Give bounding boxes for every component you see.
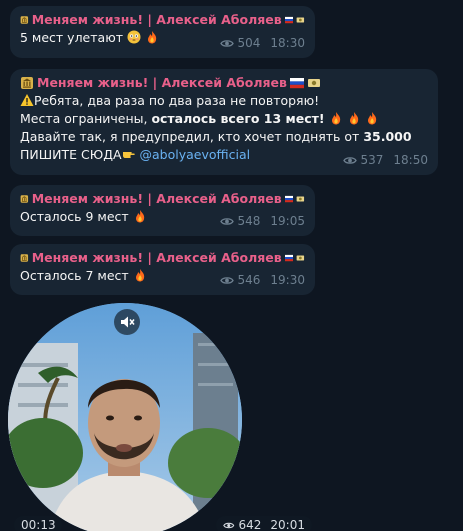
views-count: 546: [237, 273, 261, 287]
bank-icon: [20, 254, 29, 262]
sender-name[interactable]: Меняем жизнь! | Алексей Аболяев: [20, 74, 428, 92]
video-meta: 642 20:01: [216, 516, 312, 531]
views-eye-icon: [219, 217, 234, 225]
views-count: 537: [360, 153, 384, 167]
video-duration: 00:13: [14, 516, 62, 531]
sender-label: Меняем жизнь! | Алексей Аболяев: [31, 191, 282, 206]
message-line-1: Ребята, два раза по два раза не повторяю…: [20, 92, 428, 110]
russian-flag-icon: [284, 195, 294, 203]
russian-flag-icon: [289, 78, 304, 89]
flushed-face-icon: [127, 30, 141, 44]
message-time: 20:01: [270, 518, 305, 531]
warning-icon: [20, 94, 34, 106]
views-count: 504: [237, 36, 261, 50]
sender-label: Меняем жизнь! | Алексей Аболяев: [31, 250, 282, 265]
message-meta: 548 19:05: [219, 212, 305, 230]
bank-icon: [20, 16, 29, 24]
views-eye-icon: [342, 156, 357, 164]
bank-icon: [21, 77, 33, 89]
mention-link[interactable]: @abolyaevofficial: [140, 147, 251, 162]
views-eye-icon: [223, 522, 235, 528]
message-line-2: Места ограничены, осталось всего 13 мест…: [20, 110, 428, 128]
message-bubble[interactable]: Меняем жизнь! | Алексей Аболяев Осталось…: [10, 185, 315, 236]
russian-flag-icon: [284, 16, 294, 24]
message-meta: 537 18:50: [342, 151, 428, 169]
message-time: 19:30: [270, 273, 305, 287]
round-video-message[interactable]: [8, 303, 242, 531]
message-bubble[interactable]: Меняем жизнь! | Алексей Аболяев 5 мест у…: [10, 6, 315, 58]
money-icon: [296, 196, 305, 202]
sender-name[interactable]: Меняем жизнь! | Алексей Аболяев: [20, 249, 305, 267]
sender-label: Меняем жизнь! | Алексей Аболяев: [37, 75, 287, 90]
views-eye-icon: [219, 39, 234, 47]
views-count: 642: [238, 518, 262, 531]
video-frame: [8, 303, 242, 531]
message-line-3: Давайте так, я предупредил, кто хочет по…: [20, 129, 412, 144]
message-meta: 504 18:30: [219, 34, 305, 52]
fire-icon: [349, 112, 358, 125]
message-bubble[interactable]: Меняем жизнь! | Алексей Аболяев Ребята, …: [10, 69, 438, 175]
chat-feed[interactable]: Меняем жизнь! | Алексей Аболяев 5 мест у…: [0, 0, 463, 531]
message-bubble[interactable]: Меняем жизнь! | Алексей Аболяев Осталось…: [10, 244, 315, 295]
fire-icon: [135, 210, 144, 223]
speaker-muted-icon: [121, 316, 135, 328]
money-icon: [296, 255, 305, 261]
money-icon: [296, 17, 305, 23]
money-icon: [307, 79, 320, 87]
sender-name[interactable]: Меняем жизнь! | Алексей Аболяев: [20, 190, 305, 208]
message-time: 18:50: [393, 153, 428, 167]
pointing-hand-icon: [122, 152, 135, 158]
sender-label: Меняем жизнь! | Алексей Аболяев: [31, 12, 282, 27]
views-eye-icon: [219, 276, 234, 284]
fire-icon: [367, 112, 376, 125]
bank-icon: [20, 195, 29, 203]
fire-icon: [147, 31, 157, 44]
mute-button[interactable]: [114, 309, 140, 335]
message-time: 18:30: [270, 36, 305, 50]
views-count: 548: [237, 214, 261, 228]
message-meta: 546 19:30: [219, 271, 305, 289]
fire-icon: [331, 112, 340, 125]
fire-icon: [135, 269, 144, 282]
russian-flag-icon: [284, 254, 294, 262]
message-time: 19:05: [270, 214, 305, 228]
sender-name[interactable]: Меняем жизнь! | Алексей Аболяев: [20, 11, 305, 29]
